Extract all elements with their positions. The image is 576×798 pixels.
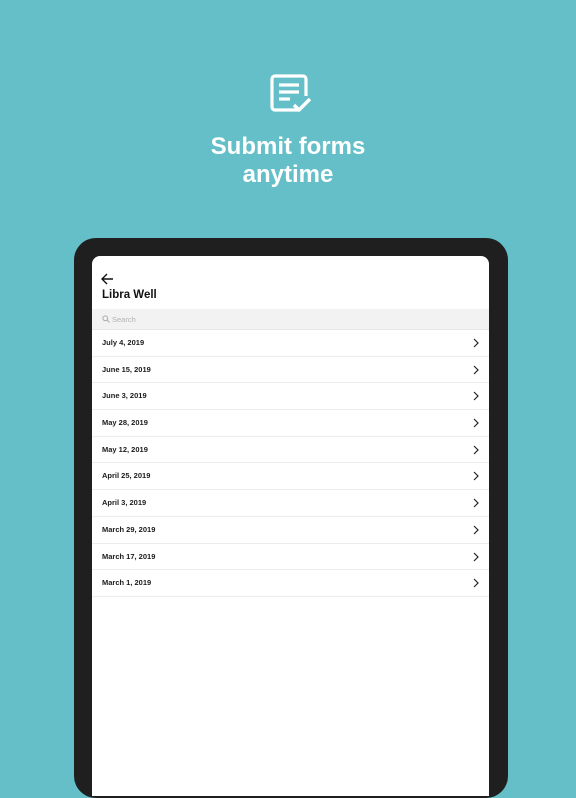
list-item-label: April 25, 2019	[102, 471, 151, 481]
date-list: July 4, 2019 June 15, 2019 June 3, 2019 …	[92, 330, 489, 597]
list-item-label: April 3, 2019	[102, 498, 147, 508]
chevron-right-icon	[473, 498, 479, 508]
list-item[interactable]: April 25, 2019	[92, 463, 489, 491]
list-item-label: March 17, 2019	[102, 551, 156, 561]
arrow-left-icon[interactable]	[100, 272, 114, 286]
search-bar[interactable]	[92, 309, 489, 330]
chevron-right-icon	[473, 552, 479, 561]
chevron-right-icon	[473, 365, 479, 375]
list-item-label: June 15, 2019	[102, 364, 151, 374]
chevron-right-icon	[473, 472, 479, 481]
list-item-label: March 1, 2019	[102, 578, 152, 588]
list-item[interactable]: March 17, 2019	[92, 544, 489, 571]
chevron-right-icon	[473, 418, 479, 428]
list-item-label: June 3, 2019	[102, 391, 147, 401]
chevron-right-icon	[473, 445, 479, 455]
search-input[interactable]	[112, 311, 472, 327]
list-item[interactable]: June 15, 2019	[92, 357, 489, 384]
chevron-right-icon	[473, 391, 479, 401]
list-item-label: May 12, 2019	[102, 444, 148, 454]
headline-line-2: anytime	[242, 161, 334, 188]
list-item-label: July 4, 2019	[102, 338, 145, 347]
tablet-screen: Libra Well July 4, 2019 June 15, 2019 Ju…	[92, 256, 489, 796]
list-item[interactable]: July 4, 2019	[92, 330, 489, 357]
list-item-label: March 29, 2019	[102, 524, 156, 534]
list-item[interactable]: May 28, 2019	[92, 410, 489, 437]
search-icon	[102, 315, 110, 323]
headline-line-1: Submit forms	[210, 133, 366, 160]
list-item[interactable]: June 3, 2019	[92, 383, 489, 411]
headline: Submit forms anytime	[0, 133, 576, 189]
list-item[interactable]: May 12, 2019	[92, 437, 489, 464]
chevron-right-icon	[473, 578, 479, 588]
page-title: Libra Well	[102, 289, 157, 301]
list-item[interactable]: March 29, 2019	[92, 517, 489, 544]
list-item[interactable]: April 3, 2019	[92, 490, 489, 517]
chevron-right-icon	[473, 338, 479, 348]
chevron-right-icon	[473, 525, 479, 535]
list-item-label: May 28, 2019	[102, 418, 148, 428]
form-check-icon	[270, 74, 312, 112]
list-item[interactable]: March 1, 2019	[92, 570, 489, 597]
